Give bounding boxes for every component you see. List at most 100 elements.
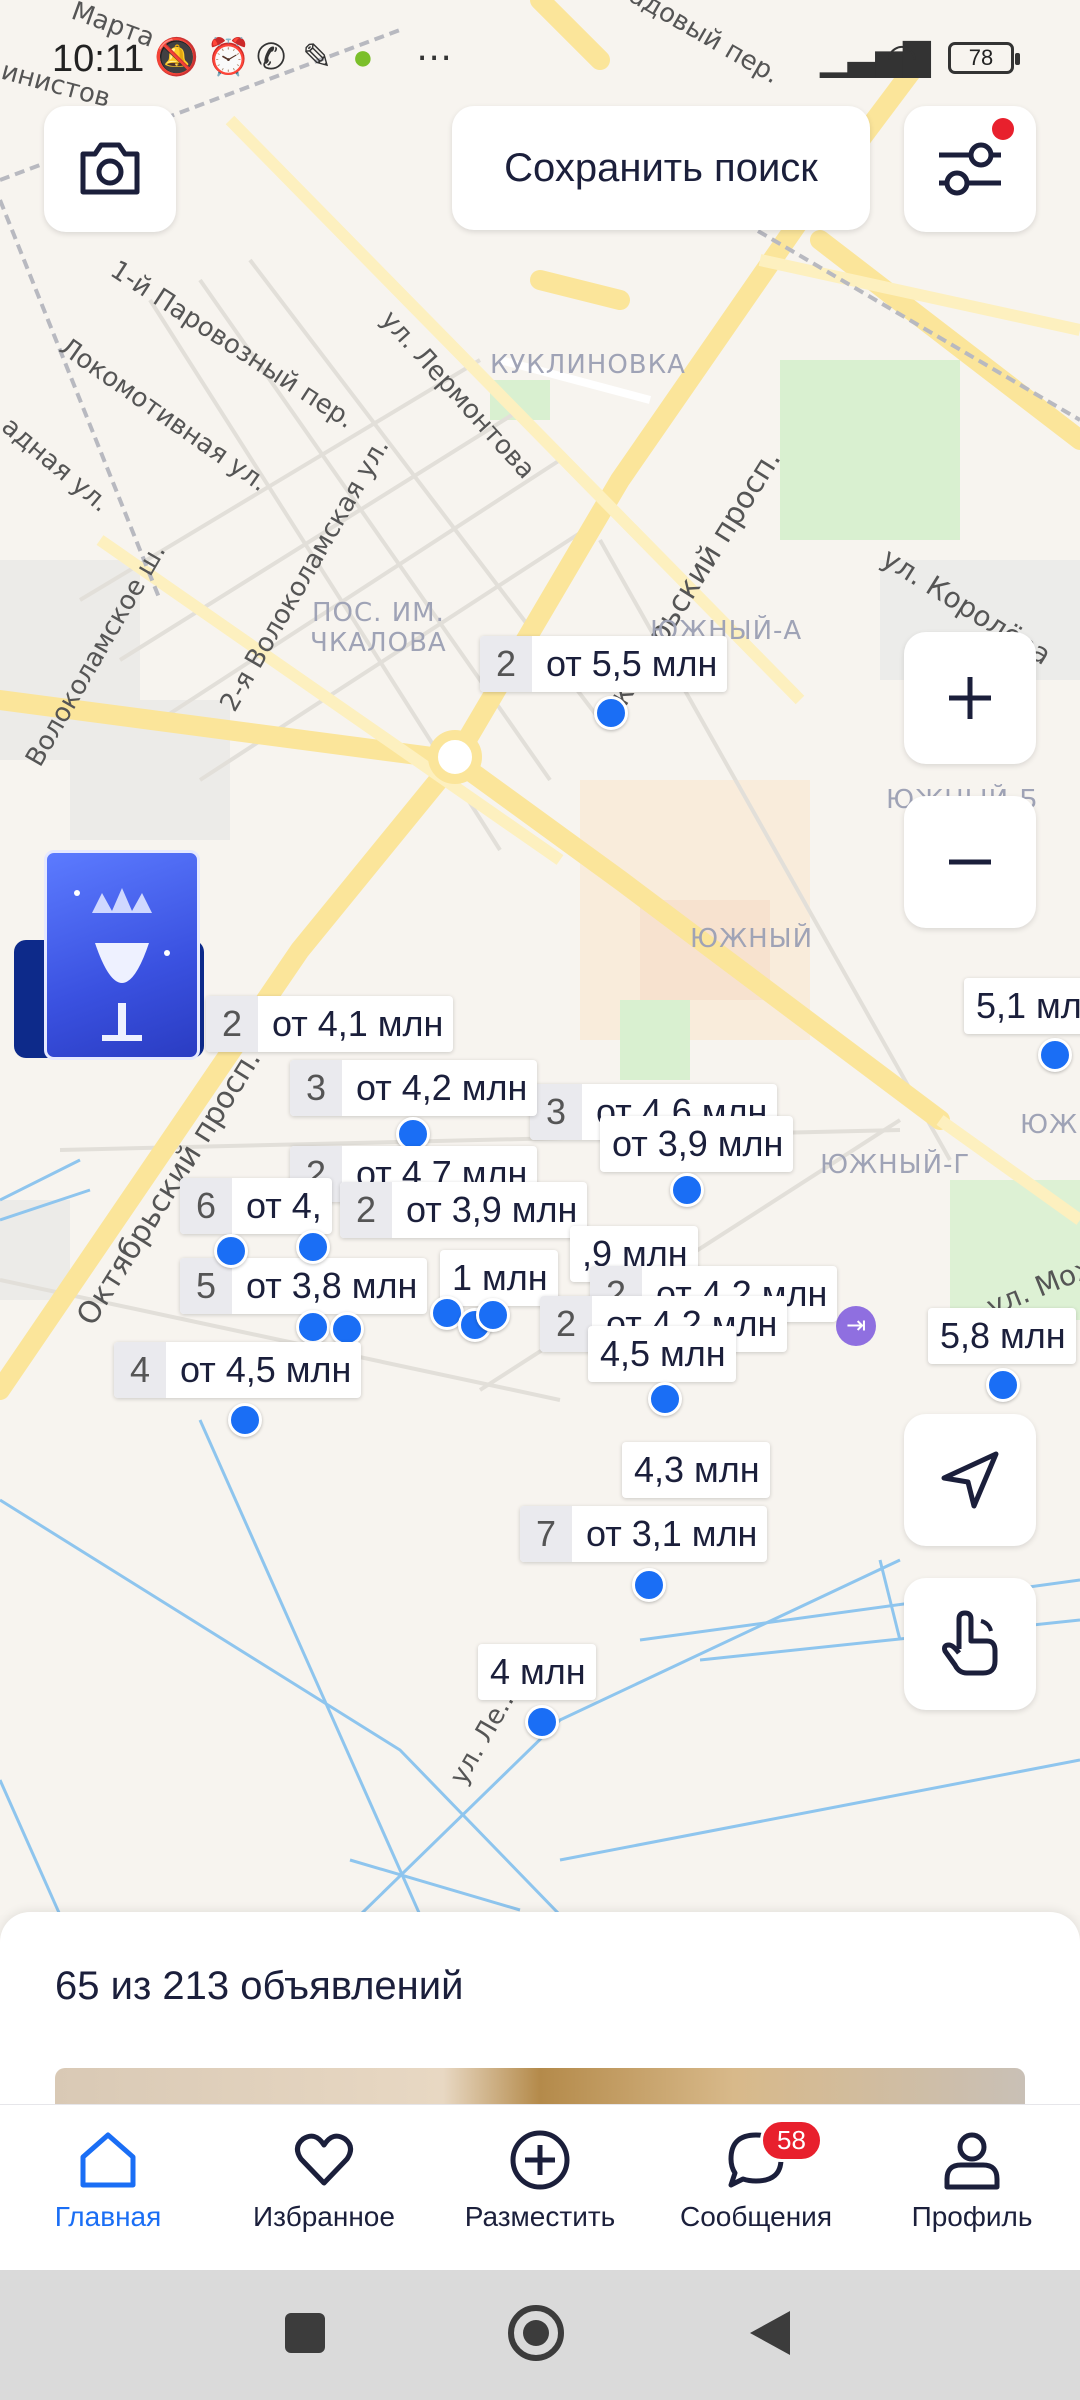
battery-icon: 78	[948, 42, 1020, 74]
marker-dot[interactable]	[594, 696, 628, 730]
marker-price: 4 млн	[490, 1651, 586, 1692]
price-marker[interactable]: 4 от 4,5 млн	[114, 1342, 362, 1398]
story-card[interactable]	[14, 850, 210, 1060]
district-label: КУКЛИНОВКА	[490, 350, 686, 380]
marker-price: от 3,9 млн	[612, 1123, 784, 1164]
recent-apps-button[interactable]	[285, 2313, 325, 2353]
price-marker[interactable]: 2 от 3,9 млн	[340, 1182, 588, 1238]
marker-dot[interactable]	[670, 1173, 704, 1207]
home-button[interactable]	[508, 2305, 564, 2361]
zoom-out-button[interactable]	[904, 796, 1036, 928]
marker-count: 6	[180, 1178, 232, 1234]
marker-count: 2	[480, 636, 532, 692]
marker-dot[interactable]	[986, 1368, 1020, 1402]
filters-indicator	[992, 118, 1014, 140]
district-label: ЧКАЛОВА	[310, 628, 447, 658]
district-label: ЮЖНЫЙ	[690, 924, 814, 954]
marker-price: от 3,8 млн	[246, 1265, 418, 1306]
marker-dot[interactable]	[525, 1705, 559, 1739]
nav-home[interactable]: Главная	[0, 2105, 216, 2270]
marker-price: от 5,5 млн	[546, 643, 718, 684]
nav-post[interactable]: Разместить	[432, 2105, 648, 2270]
results-sheet[interactable]: 65 из 213 объявлений	[0, 1912, 1080, 2107]
nav-label: Избранное	[253, 2201, 395, 2232]
marker-price: от 4,1 млн	[272, 1003, 444, 1044]
marker-price: от 3,1 млн	[586, 1513, 758, 1554]
listing-photo[interactable]	[55, 2068, 1025, 2107]
story-card-image	[44, 850, 200, 1060]
messages-badge: 58	[760, 2119, 823, 2162]
price-marker[interactable]: 5,1 млн	[964, 978, 1080, 1034]
alarm-icon: ⏰	[206, 36, 251, 77]
price-marker[interactable]: 5,8 млн	[928, 1308, 1076, 1364]
marker-dot[interactable]	[296, 1230, 330, 1264]
marker-count: 2	[540, 1296, 592, 1352]
marker-count: 3	[290, 1060, 342, 1116]
save-search-button[interactable]: Сохранить поиск	[452, 106, 870, 230]
price-marker[interactable]: 4,5 млн	[588, 1326, 736, 1382]
minus-icon	[949, 859, 991, 865]
app-icon: ✎	[302, 36, 333, 77]
marker-dot[interactable]	[214, 1234, 248, 1268]
app-icon: ●	[352, 36, 374, 77]
price-marker[interactable]: 6 от 4,	[180, 1178, 332, 1234]
camera-button[interactable]	[44, 106, 176, 232]
heart-icon	[295, 2133, 353, 2186]
district-label: ЮЖНЫЙ-Г	[820, 1150, 971, 1180]
marker-count: 4	[114, 1342, 166, 1398]
camera-icon	[80, 142, 140, 195]
status-bar: 10:11 🔕 ⏰ ✆ ✎ ● ⋯ ▁▃▅▇ ◠ 78	[0, 0, 1080, 110]
price-marker[interactable]: 2 от 5,5 млн	[480, 636, 728, 692]
nav-profile[interactable]: Профиль	[864, 2105, 1080, 2270]
home-icon	[80, 2132, 136, 2188]
mute-icon: 🔕	[154, 36, 199, 77]
zoom-in-button[interactable]	[904, 632, 1036, 764]
nav-favorites[interactable]: Избранное	[216, 2105, 432, 2270]
marker-price: от 4,2 млн	[356, 1067, 528, 1108]
nav-label: Сообщения	[680, 2201, 832, 2232]
draw-area-button[interactable]	[904, 1578, 1036, 1710]
price-marker[interactable]: от 3,9 млн	[600, 1116, 794, 1172]
marker-dot[interactable]	[648, 1382, 682, 1416]
marker-price: от 4,	[246, 1185, 322, 1226]
metro-icon: ⇥	[836, 1306, 876, 1346]
nav-label: Разместить	[464, 2201, 616, 2232]
navigation-arrow-icon	[941, 1451, 999, 1509]
back-button[interactable]	[750, 2311, 790, 2355]
marker-dot[interactable]	[228, 1403, 262, 1437]
marker-dot[interactable]	[632, 1568, 666, 1602]
filters-icon	[939, 142, 1001, 196]
nav-messages[interactable]: Сообщения 58	[648, 2105, 864, 2270]
add-circle-icon	[510, 2130, 570, 2190]
hand-pointer-icon	[942, 1610, 998, 1676]
nav-label: Главная	[54, 2201, 162, 2232]
system-navigation-bar	[0, 2270, 1080, 2400]
marker-dot[interactable]	[330, 1312, 364, 1346]
price-marker[interactable]: 2 от 4,1 млн	[206, 996, 454, 1052]
district-label: ПОС. ИМ.	[312, 598, 445, 628]
my-location-button[interactable]	[904, 1414, 1036, 1546]
price-marker[interactable]: 5 от 3,8 млн	[180, 1258, 428, 1314]
price-marker[interactable]: 4,3 млн	[622, 1442, 770, 1498]
marker-dot[interactable]	[1038, 1038, 1072, 1072]
plus-icon	[949, 677, 991, 719]
wifi-icon: ◠	[886, 36, 918, 77]
price-marker[interactable]: 4 млн	[478, 1644, 596, 1700]
marker-dot[interactable]	[296, 1310, 330, 1344]
nav-label: Профиль	[911, 2201, 1033, 2232]
price-marker[interactable]: 7 от 3,1 млн	[520, 1506, 768, 1562]
marker-count: 3	[530, 1084, 582, 1140]
district-label: ЮЖН	[1020, 1110, 1080, 1140]
marker-price: 5,8 млн	[940, 1315, 1066, 1356]
results-count: 65 из 213 объявлений	[55, 1964, 464, 2008]
marker-price: 4,3 млн	[634, 1449, 760, 1490]
filters-button[interactable]	[904, 106, 1036, 232]
price-marker[interactable]: 3 от 4,2 млн	[290, 1060, 538, 1116]
marker-price: от 3,9 млн	[406, 1189, 578, 1230]
marker-price: 1 млн	[452, 1257, 548, 1298]
marker-dot[interactable]	[476, 1298, 510, 1332]
bottom-nav: Главная Избранное Разместить Сообщения 5…	[0, 2104, 1080, 2270]
marker-price: от 4,5 млн	[180, 1349, 352, 1390]
whatsapp-icon: ✆	[256, 36, 287, 77]
profile-icon	[944, 2132, 1000, 2190]
